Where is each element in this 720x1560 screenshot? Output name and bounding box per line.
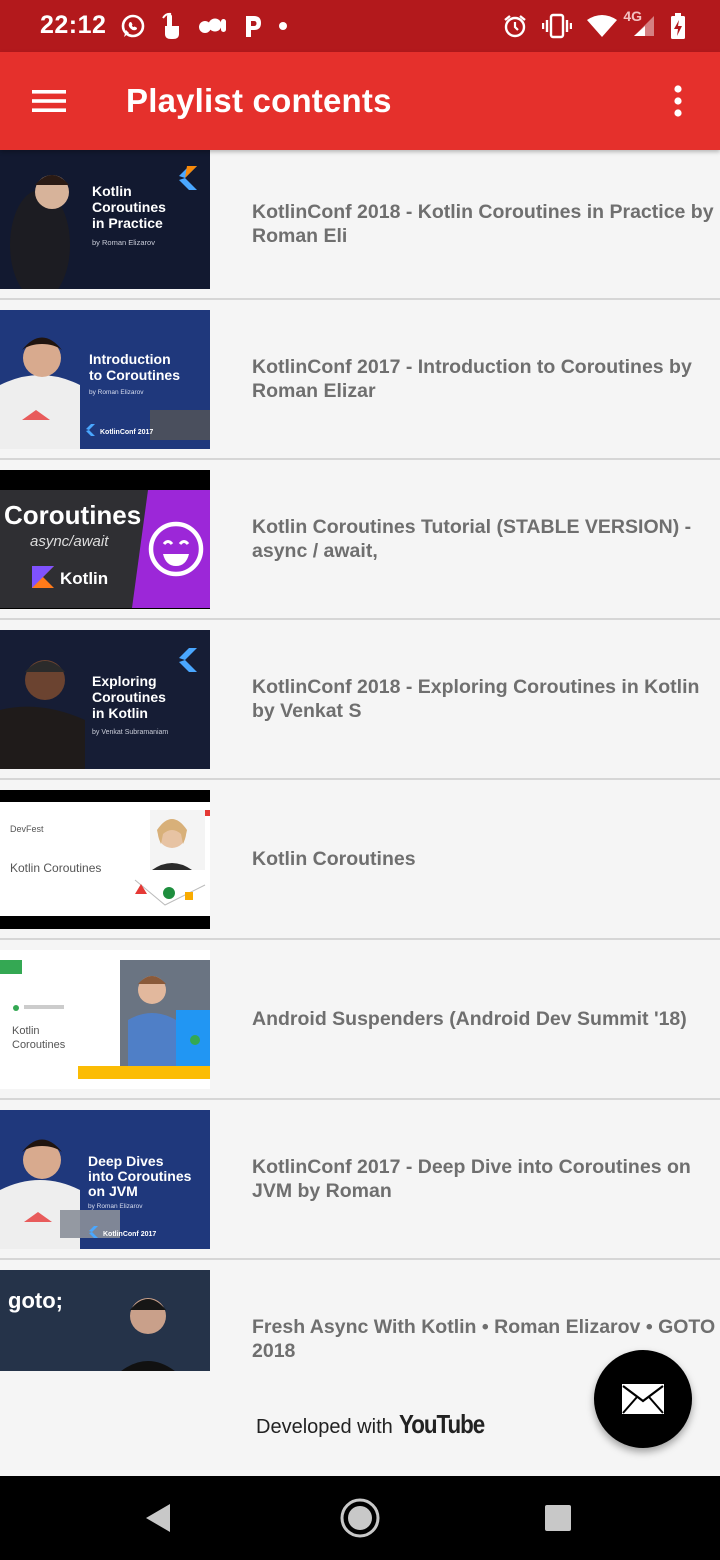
list-item[interactable]: Coroutines async/await Kotlin Kotlin Cor… <box>0 460 720 620</box>
alarm-icon <box>502 13 528 39</box>
list-item[interactable]: Introduction to Coroutines by Roman Eliz… <box>0 300 720 460</box>
video-thumbnail: Kotlin Coroutines in Practice by Roman E… <box>0 150 210 289</box>
page-title: Playlist contents <box>126 82 392 119</box>
whatsapp-icon <box>120 13 146 39</box>
list-item[interactable]: Deep Dives into Coroutines on JVM by Rom… <box>0 1100 720 1260</box>
credit-text: Developed with <box>256 1416 393 1438</box>
youtube-logo: YouTube <box>398 1409 485 1439</box>
thumb-text: async/await <box>30 533 109 550</box>
back-icon <box>146 1504 170 1532</box>
video-title: KotlinConf 2018 - Exploring Coroutines i… <box>252 676 700 722</box>
home-icon <box>340 1498 380 1538</box>
video-thumbnail: DevFest Kotlin Coroutines <box>0 790 210 929</box>
thumb-text: Kotlin Coroutines <box>10 861 101 875</box>
video-thumbnail: Exploring Coroutines in Kotlin by Venkat… <box>0 630 210 769</box>
thumb-text: to Coroutines <box>89 367 180 383</box>
recents-icon <box>545 1505 571 1531</box>
recents-button[interactable] <box>528 1493 588 1543</box>
list-item[interactable]: goto; Fresh Async With Kotlin • Roman El… <box>0 1260 720 1371</box>
more-vert-icon <box>674 85 682 117</box>
system-icons <box>502 10 686 42</box>
thumb-text: Kotlin <box>12 1025 40 1037</box>
vibrate-icon <box>542 13 572 39</box>
status-time: 22:12 <box>40 11 107 39</box>
thumb-text: KotlinConf 2017 <box>103 1231 156 1238</box>
playlist: Kotlin Coroutines in Practice by Roman E… <box>0 150 720 1371</box>
thumb-text: by Roman Elizarov <box>88 1203 143 1210</box>
thumb-text: Coroutines <box>92 689 166 705</box>
video-thumbnail: Coroutines async/await Kotlin <box>0 470 210 609</box>
thumb-text: Kotlin <box>92 183 132 199</box>
thumb-text: by Roman Elizarov <box>92 238 155 247</box>
list-item[interactable]: DevFest Kotlin Coroutines Kotlin Corouti… <box>0 780 720 940</box>
email-fab-button[interactable] <box>594 1350 692 1448</box>
wifi-icon <box>586 14 618 38</box>
hamburger-menu-icon <box>32 90 66 112</box>
list-item[interactable]: Kotlin Coroutines Android Suspenders (An… <box>0 940 720 1100</box>
status-bar: 22:12 4G <box>0 0 720 52</box>
thumb-text: Exploring <box>92 673 157 689</box>
battery-charging-icon <box>670 12 686 40</box>
thumb-text: by Venkat Subramaniam <box>92 729 168 736</box>
system-nav-bar <box>0 1476 720 1560</box>
list-item[interactable]: Kotlin Coroutines in Practice by Roman E… <box>0 150 720 300</box>
cell-signal-icon <box>632 14 656 38</box>
video-thumbnail: Introduction to Coroutines by Roman Eliz… <box>0 310 210 449</box>
thumb-text: by Roman Elizarov <box>89 389 144 396</box>
thumb-text: in Practice <box>92 215 163 231</box>
thumb-text: DevFest <box>10 824 44 834</box>
video-title: Android Suspenders (Android Dev Summit '… <box>252 1008 687 1030</box>
thumb-text: Coroutines <box>92 199 166 215</box>
list-item[interactable]: Exploring Coroutines in Kotlin by Venkat… <box>0 620 720 780</box>
video-title: KotlinConf 2018 - Kotlin Coroutines in P… <box>252 201 714 247</box>
pandora-icon <box>243 13 263 39</box>
home-button[interactable] <box>330 1493 390 1543</box>
video-thumbnail: Kotlin Coroutines <box>0 950 210 1089</box>
email-icon <box>622 1384 664 1414</box>
video-title: KotlinConf 2017 - Deep Dive into Corouti… <box>252 1156 691 1202</box>
video-title: Kotlin Coroutines <box>252 848 416 870</box>
thumb-text: Deep Dives <box>88 1153 164 1169</box>
video-title: KotlinConf 2017 - Introduction to Corout… <box>252 356 692 402</box>
back-button[interactable] <box>128 1493 188 1543</box>
overflow-menu-button[interactable] <box>654 71 702 131</box>
bubbles-icon <box>198 15 228 37</box>
thumb-text: Coroutines <box>12 1039 66 1051</box>
video-thumbnail: goto; <box>0 1270 210 1371</box>
thumb-text: KotlinConf 2017 <box>100 429 153 436</box>
thumb-text: Introduction <box>89 351 171 367</box>
thumb-text: in Kotlin <box>92 705 148 721</box>
thumb-text: into Coroutines <box>88 1168 192 1184</box>
thumb-text: Kotlin <box>60 569 108 588</box>
thumb-text: goto; <box>8 1288 63 1313</box>
notification-icons <box>120 10 288 42</box>
app-bar: Playlist contents <box>0 52 720 150</box>
thumb-text: Coroutines <box>4 500 141 530</box>
menu-button[interactable] <box>16 71 82 131</box>
video-title: Kotlin Coroutines Tutorial (STABLE VERSI… <box>252 516 692 562</box>
touch-icon <box>161 12 183 40</box>
dot-icon <box>278 21 288 31</box>
thumb-text: on JVM <box>88 1183 138 1199</box>
developer-credit: Developed with YouTube <box>256 1409 498 1440</box>
video-thumbnail: Deep Dives into Coroutines on JVM by Rom… <box>0 1110 210 1249</box>
